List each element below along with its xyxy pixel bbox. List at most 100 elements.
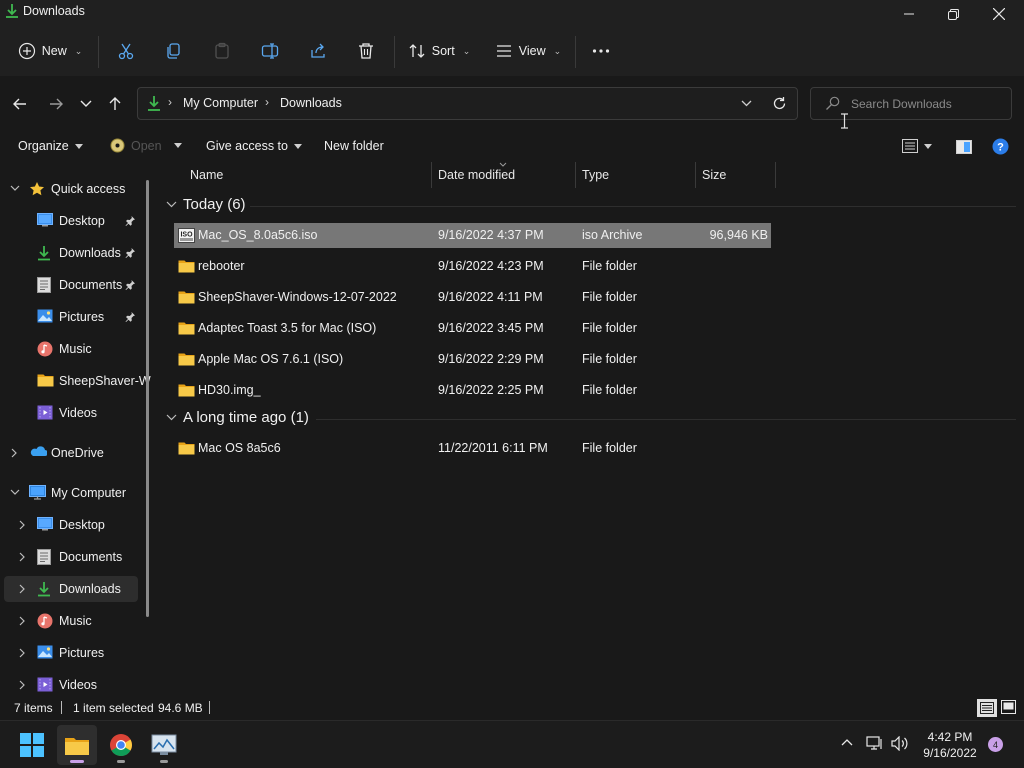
nav-scrollbar[interactable] — [146, 180, 149, 617]
sidebar-item-quick-music[interactable]: Music — [0, 336, 146, 362]
chevron-down-icon[interactable] — [166, 201, 177, 208]
caret-down-icon — [293, 143, 302, 149]
open-menu[interactable]: Open — [110, 138, 182, 153]
paste-button[interactable] — [204, 28, 240, 74]
sidebar-item-documents[interactable]: Documents — [0, 544, 146, 570]
volume-icon[interactable] — [891, 736, 909, 751]
file-name: rebooter — [198, 259, 245, 273]
search-placeholder: Search Downloads — [851, 97, 952, 111]
start-button[interactable] — [12, 725, 52, 765]
more-options-button[interactable] — [584, 28, 618, 74]
table-row[interactable]: ISO Mac_OS_8.0a5c6.iso 9/16/2022 4:37 PM is… — [174, 223, 771, 248]
sidebar-item-quick-sheepshaver-w[interactable]: SheepShaver-W — [0, 368, 151, 394]
copy-button[interactable] — [156, 28, 192, 74]
chevron-down-icon: ⌄ — [74, 45, 83, 56]
table-row[interactable]: rebooter 9/16/2022 4:23 PM File folder — [174, 254, 771, 279]
running-indicator — [117, 760, 125, 763]
nav-quick-access[interactable]: Quick access — [0, 176, 146, 202]
open-label: Open — [131, 138, 162, 153]
breadcrumb-downloads[interactable]: Downloads — [280, 96, 342, 110]
file-name: Mac OS 8a5c6 — [198, 441, 281, 455]
monitor-app-icon — [151, 734, 177, 756]
network-icon[interactable] — [866, 735, 884, 751]
scissors-icon — [117, 42, 135, 60]
breadcrumb-my-computer[interactable]: My Computer — [183, 96, 258, 110]
back-button[interactable] — [8, 92, 32, 116]
close-button[interactable] — [976, 0, 1022, 28]
folder-icon — [178, 441, 195, 455]
nav-my-computer[interactable]: My Computer — [0, 480, 146, 506]
new-folder-label: New folder — [324, 139, 384, 153]
chevron-right-icon: › — [168, 95, 172, 109]
group-divider — [316, 419, 1016, 420]
chevron-down-icon[interactable] — [10, 488, 20, 498]
star-icon — [29, 181, 45, 197]
sidebar-item-downloads[interactable]: Downloads — [4, 576, 138, 602]
sidebar-item-quick-desktop[interactable]: Desktop — [0, 208, 146, 234]
up-button[interactable] — [103, 92, 127, 116]
chevron-down-icon — [80, 100, 92, 108]
system-clock[interactable]: 4:42 PM 9/16/2022 — [910, 729, 990, 761]
sidebar-item-quick-downloads[interactable]: Downloads — [0, 240, 146, 266]
organize-menu[interactable]: Organize — [18, 139, 83, 153]
address-bar[interactable]: › My Computer › Downloads — [137, 87, 798, 120]
window-title: Downloads — [23, 4, 85, 18]
caret-down-icon — [74, 143, 83, 149]
nav-item-label: Documents — [59, 550, 123, 564]
table-row[interactable]: Apple Mac OS 7.6.1 (ISO) 9/16/2022 2:29 P… — [174, 347, 771, 372]
sidebar-item-videos[interactable]: Videos — [0, 672, 146, 696]
taskbar-app[interactable] — [144, 725, 184, 765]
give-access-menu[interactable]: Give access to — [206, 139, 302, 153]
forward-button[interactable] — [44, 92, 68, 116]
delete-button[interactable] — [348, 28, 384, 74]
file-explorer-icon — [64, 734, 90, 756]
nav-onedrive[interactable]: OneDrive — [0, 440, 146, 466]
chevron-right-icon[interactable] — [18, 584, 28, 594]
sidebar-item-quick-pictures[interactable]: Pictures — [0, 304, 146, 330]
change-view-button[interactable] — [902, 139, 932, 153]
sidebar-item-quick-videos[interactable]: Videos — [0, 400, 146, 426]
sidebar-item-quick-documents[interactable]: Documents — [0, 272, 146, 298]
recent-locations-button[interactable] — [74, 92, 98, 116]
chevron-down-icon[interactable] — [166, 414, 177, 421]
group-header[interactable]: Today (6) — [166, 196, 246, 213]
address-history-button[interactable] — [741, 100, 752, 107]
chevron-right-icon[interactable] — [18, 552, 28, 562]
chevron-down-icon[interactable] — [10, 184, 20, 194]
view-button[interactable]: View ⌄ — [490, 28, 566, 74]
taskbar-file-explorer[interactable] — [57, 725, 97, 765]
chevron-right-icon[interactable] — [10, 448, 20, 458]
chevron-right-icon[interactable] — [18, 520, 28, 530]
chevron-right-icon[interactable] — [18, 648, 28, 658]
refresh-button[interactable] — [772, 96, 787, 111]
sidebar-item-desktop[interactable]: Desktop — [0, 512, 146, 538]
new-folder-button[interactable]: New folder — [324, 139, 384, 153]
restore-button[interactable] — [930, 0, 976, 28]
divider — [61, 701, 62, 714]
sort-button[interactable]: Sort ⌄ — [402, 28, 476, 74]
rename-button[interactable] — [252, 28, 288, 74]
computer-icon — [29, 485, 46, 501]
selection-count: 1 item selected — [73, 701, 154, 715]
sidebar-item-pictures[interactable]: Pictures — [0, 640, 146, 666]
table-row[interactable]: Mac OS 8a5c6 11/22/2011 6:11 PM File folde… — [174, 436, 771, 461]
chevron-right-icon[interactable] — [18, 616, 28, 626]
preview-pane-button[interactable] — [956, 140, 972, 154]
share-button[interactable] — [300, 28, 336, 74]
details-layout-button[interactable] — [977, 699, 997, 717]
folder-icon — [178, 290, 195, 304]
table-row[interactable]: SheepShaver-Windows-12-07-2022 9/16/2022 … — [174, 285, 771, 310]
minimize-button[interactable] — [886, 0, 932, 28]
sidebar-item-music[interactable]: Music — [0, 608, 146, 634]
chevron-right-icon[interactable] — [18, 680, 28, 690]
table-row[interactable]: Adaptec Toast 3.5 for Mac (ISO) 9/16/2022… — [174, 316, 771, 341]
taskbar-chrome[interactable] — [101, 725, 141, 765]
table-row[interactable]: HD30.img_ 9/16/2022 2:25 PM File folder — [174, 378, 771, 403]
large-icons-layout-button[interactable] — [1001, 700, 1016, 714]
new-button[interactable]: New ⌄ — [12, 28, 88, 74]
notification-badge[interactable]: 4 — [988, 737, 1003, 752]
show-hidden-icons-button[interactable] — [841, 738, 853, 746]
help-button[interactable]: ? — [992, 138, 1009, 155]
group-header[interactable]: A long time ago (1) — [166, 409, 309, 426]
cut-button[interactable] — [108, 28, 144, 74]
